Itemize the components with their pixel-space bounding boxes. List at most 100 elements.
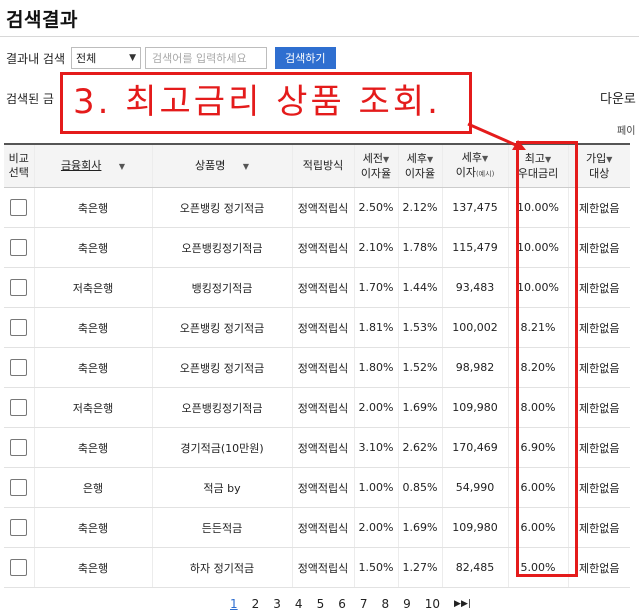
post-tax-interest: 98,982 xyxy=(441,347,508,388)
product-name[interactable]: 오픈뱅킹정기적금 xyxy=(151,387,292,428)
table-row: 축은행 하자 정기적금 정액적립식 1.50% 1.27% 82,485 5.00% 제한없음 xyxy=(4,547,630,588)
page-link[interactable]: 4 xyxy=(295,597,303,611)
eligibility: 제한없음 xyxy=(567,467,630,508)
eligibility: 제한없음 xyxy=(567,507,630,548)
page-link[interactable]: 9 xyxy=(403,597,411,611)
compare-checkbox[interactable] xyxy=(10,319,28,336)
compare-checkbox[interactable] xyxy=(10,359,28,376)
post-tax-rate: 1.69% xyxy=(397,507,442,548)
table-row: 축은행 오픈뱅킹 정기적금 정액적립식 1.81% 1.53% 100,002 8.21% 제… xyxy=(4,307,630,348)
pre-tax-rate: 1.00% xyxy=(353,467,398,508)
product-name[interactable]: 하자 정기적금 xyxy=(151,547,292,588)
sort-icon[interactable]: ▼ xyxy=(427,155,433,164)
compare-checkbox[interactable] xyxy=(10,439,28,456)
results-body: 축은행 오픈뱅킹 정기적금 정액적립식 2.50% 2.12% 137,475 10.00%… xyxy=(4,187,630,588)
result-count-label: 검색된 금 xyxy=(6,92,54,106)
method: 정액적립식 xyxy=(291,187,354,228)
max-rate: 8.21% xyxy=(507,307,568,348)
product-name[interactable]: 오픈뱅킹정기적금 xyxy=(151,227,292,268)
max-rate: 8.20% xyxy=(507,347,568,388)
post-tax-rate: 1.27% xyxy=(397,547,442,588)
product-name[interactable]: 경기적금(10만원) xyxy=(151,427,292,468)
page-link[interactable]: 2 xyxy=(252,597,260,611)
compare-checkbox[interactable] xyxy=(10,399,28,416)
eligibility: 제한없음 xyxy=(567,187,630,228)
eligibility: 제한없음 xyxy=(567,267,630,308)
pre-tax-rate: 1.50% xyxy=(353,547,398,588)
search-input[interactable] xyxy=(145,47,268,69)
post-tax-interest: 54,990 xyxy=(441,467,508,508)
page-link[interactable]: 1 xyxy=(230,597,238,611)
compare-checkbox[interactable] xyxy=(10,559,28,576)
pre-tax-rate: 1.81% xyxy=(353,307,398,348)
col-pre-tax-rate[interactable]: 세전▼ 이자율 xyxy=(353,143,398,188)
post-tax-rate: 1.52% xyxy=(397,347,442,388)
compare-checkbox[interactable] xyxy=(10,199,28,216)
max-rate: 6.00% xyxy=(507,507,568,548)
last-page-icon[interactable]: ▶▶| xyxy=(454,599,471,609)
method: 정액적립식 xyxy=(291,347,354,388)
pagination: 1 2 3 4 5 6 7 8 9 10 ▶▶| xyxy=(230,597,471,611)
col-method: 적립방식 xyxy=(291,143,354,188)
bank-name: 축은행 xyxy=(33,187,152,228)
eligibility: 제한없음 xyxy=(567,427,630,468)
sort-icon[interactable]: ▼ xyxy=(545,155,551,164)
post-tax-rate: 2.62% xyxy=(397,427,442,468)
max-rate: 10.00% xyxy=(507,187,568,228)
bank-name: 축은행 xyxy=(33,507,152,548)
post-tax-rate: 1.78% xyxy=(397,227,442,268)
table-row: 축은행 오픈뱅킹정기적금 정액적립식 2.10% 1.78% 115,479 10.00% 제… xyxy=(4,227,630,268)
pre-tax-rate: 2.00% xyxy=(353,387,398,428)
bank-name: 저축은행 xyxy=(33,267,152,308)
page-link[interactable]: 8 xyxy=(381,597,389,611)
eligibility: 제한없음 xyxy=(567,227,630,268)
compare-checkbox[interactable] xyxy=(10,279,28,296)
col-compare: 비교 선택 xyxy=(4,143,34,188)
col-product[interactable]: 상품명 ▼ xyxy=(151,143,292,188)
sort-icon[interactable]: ▼ xyxy=(383,155,389,164)
product-name[interactable]: 오픈뱅킹 정기적금 xyxy=(151,187,292,228)
search-scope-select[interactable]: 전체 ▼ xyxy=(71,47,142,69)
search-button[interactable]: 검색하기 xyxy=(275,47,336,69)
chevron-down-icon: ▼ xyxy=(129,53,137,63)
post-tax-interest: 109,980 xyxy=(441,507,508,548)
product-name[interactable]: 든든적금 xyxy=(151,507,292,548)
table-row: 축은행 오픈뱅킹 정기적금 정액적립식 1.80% 1.52% 98,982 8.20% 제한… xyxy=(4,347,630,388)
compare-checkbox[interactable] xyxy=(10,519,28,536)
compare-checkbox[interactable] xyxy=(10,239,28,256)
post-tax-interest: 137,475 xyxy=(441,187,508,228)
post-tax-rate: 0.85% xyxy=(397,467,442,508)
product-name[interactable]: 적금 by xyxy=(151,467,292,508)
table-header-row: 비교 선택 금융회사 ▼ 상품명 ▼ 적립방식 세전▼ 이자율 세후▼ 이자율 세후▼… xyxy=(4,143,630,188)
page-link[interactable]: 7 xyxy=(360,597,368,611)
col-post-tax-rate[interactable]: 세후▼ 이자율 xyxy=(397,143,442,188)
compare-checkbox[interactable] xyxy=(10,479,28,496)
post-tax-interest: 100,002 xyxy=(441,307,508,348)
col-bank[interactable]: 금융회사 ▼ xyxy=(33,143,152,188)
results-table: 비교 선택 금융회사 ▼ 상품명 ▼ 적립방식 세전▼ 이자율 세후▼ 이자율 세후▼… xyxy=(4,143,630,588)
post-tax-rate: 1.53% xyxy=(397,307,442,348)
download-link[interactable]: 다운로 xyxy=(600,88,636,107)
sort-icon[interactable]: ▼ xyxy=(119,162,125,171)
product-name[interactable]: 뱅킹정기적금 xyxy=(151,267,292,308)
product-name[interactable]: 오픈뱅킹 정기적금 xyxy=(151,347,292,388)
method: 정액적립식 xyxy=(291,467,354,508)
post-tax-interest: 170,469 xyxy=(441,427,508,468)
pre-tax-rate: 1.70% xyxy=(353,267,398,308)
sort-icon[interactable]: ▼ xyxy=(606,155,612,164)
bank-name: 축은행 xyxy=(33,347,152,388)
page-link[interactable]: 10 xyxy=(425,597,440,611)
product-name[interactable]: 오픈뱅킹 정기적금 xyxy=(151,307,292,348)
method: 정액적립식 xyxy=(291,227,354,268)
method: 정액적립식 xyxy=(291,427,354,468)
col-eligibility[interactable]: 가입▼ 대상 xyxy=(567,143,630,188)
bank-name: 축은행 xyxy=(33,227,152,268)
title-divider xyxy=(0,36,639,37)
page-link[interactable]: 3 xyxy=(273,597,281,611)
method: 정액적립식 xyxy=(291,267,354,308)
sort-icon[interactable]: ▼ xyxy=(243,162,249,171)
max-rate: 5.00% xyxy=(507,547,568,588)
page-link[interactable]: 5 xyxy=(317,597,325,611)
page-link[interactable]: 6 xyxy=(338,597,346,611)
table-row: 저축은행 뱅킹정기적금 정액적립식 1.70% 1.44% 93,483 10.00% 제한없… xyxy=(4,267,630,308)
